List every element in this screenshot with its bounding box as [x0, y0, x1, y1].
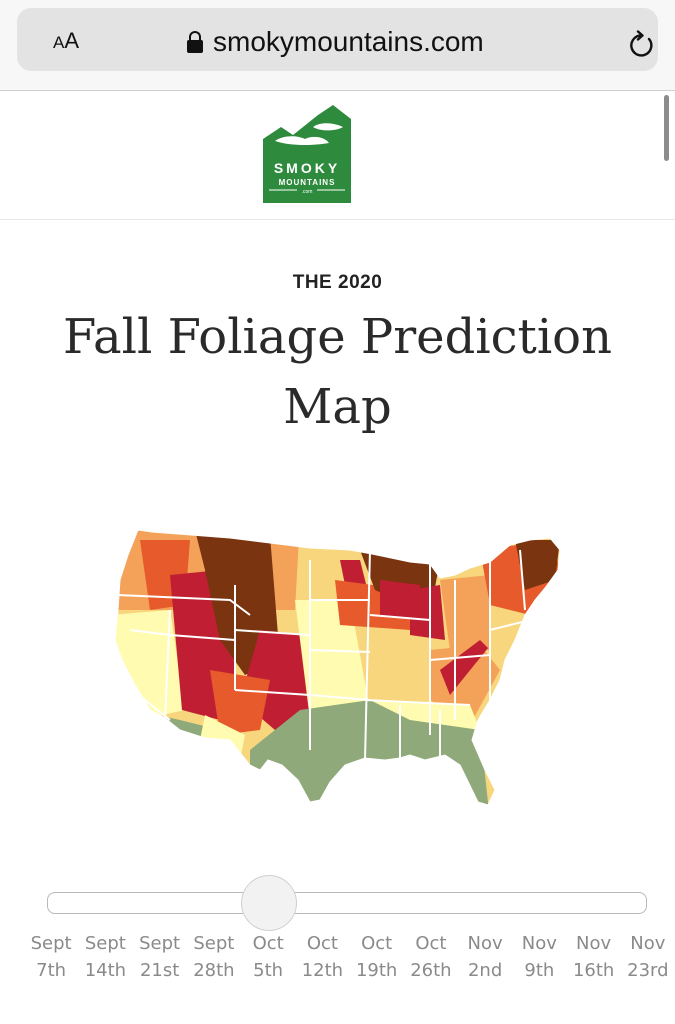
tick-day: 26th — [410, 960, 452, 981]
page-scrollbar[interactable] — [664, 95, 669, 161]
tick-month: Oct — [252, 933, 284, 954]
tick-month: Sept — [193, 933, 235, 954]
tick-month: Sept — [139, 933, 181, 954]
site-header: SMOKY MOUNTAINS .com — [0, 91, 675, 220]
date-tick-label[interactable]: Sept 28th — [187, 930, 241, 984]
date-slider-labels: Sept 7th Sept 14th Sept 21st Sept 28th Oct 5th Oct… — [24, 930, 675, 984]
tick-day: 19th — [355, 960, 398, 981]
date-tick-label[interactable]: Sept 21st — [133, 930, 187, 984]
date-tick-label[interactable]: Nov 23rd — [621, 930, 675, 984]
date-tick-label[interactable]: Nov 2nd — [458, 930, 512, 984]
tick-month: Nov — [576, 933, 612, 954]
date-tick-label[interactable]: Nov 9th — [512, 930, 566, 984]
reload-icon[interactable] — [627, 30, 657, 60]
tick-day: 9th — [524, 960, 555, 981]
address-bar[interactable]: AA smokymountains.com — [17, 8, 658, 71]
date-tick-label[interactable]: Oct 19th — [350, 930, 404, 984]
tick-day: 21st — [139, 960, 180, 981]
logo-text-smoky: SMOKY — [274, 160, 340, 176]
tick-day: 28th — [193, 960, 235, 981]
url-display[interactable]: smokymountains.com — [187, 26, 484, 58]
tick-day: 5th — [253, 960, 284, 981]
tick-day: 2nd — [467, 960, 503, 981]
tick-month: Sept — [30, 933, 72, 954]
tick-day: 23rd — [627, 960, 669, 981]
tick-month: Sept — [84, 933, 126, 954]
url-text: smokymountains.com — [213, 26, 484, 57]
tick-month: Oct — [415, 933, 447, 954]
browser-toolbar: AA smokymountains.com — [0, 0, 675, 91]
tick-month: Oct — [306, 933, 338, 954]
page-title: Fall Foliage Prediction Map — [63, 309, 612, 435]
smoky-mountains-logo[interactable]: SMOKY MOUNTAINS .com — [263, 105, 351, 203]
date-tick-label[interactable]: Sept 14th — [78, 930, 132, 984]
date-tick-label[interactable]: Oct 5th — [241, 930, 295, 984]
page-eyebrow: THE 2020 — [292, 272, 383, 293]
date-tick-label[interactable]: Oct 12th — [295, 930, 349, 984]
text-size-button[interactable]: AA — [53, 28, 79, 54]
fall-foliage-map[interactable] — [110, 520, 570, 820]
date-slider-thumb[interactable] — [241, 875, 297, 931]
logo-text-mountains: MOUNTAINS — [279, 178, 336, 187]
tick-month: Nov — [467, 933, 503, 954]
map-region-peak — [410, 585, 445, 640]
tick-day: 16th — [572, 960, 615, 981]
text-size-large: A — [64, 28, 80, 53]
logo-text-com: .com — [302, 189, 313, 195]
text-size-small: A — [53, 33, 65, 52]
date-tick-label[interactable]: Sept 7th — [24, 930, 78, 984]
tick-month: Oct — [361, 933, 393, 954]
lock-icon — [187, 31, 203, 53]
tick-month: Nov — [521, 933, 557, 954]
tick-day: 12th — [301, 960, 344, 981]
tick-day: 7th — [36, 960, 67, 981]
tick-month: Nov — [630, 933, 666, 954]
tick-day: 14th — [84, 960, 127, 981]
date-slider-track[interactable] — [47, 892, 647, 914]
date-tick-label[interactable]: Nov 16th — [567, 930, 621, 984]
date-tick-label[interactable]: Oct 26th — [404, 930, 458, 984]
